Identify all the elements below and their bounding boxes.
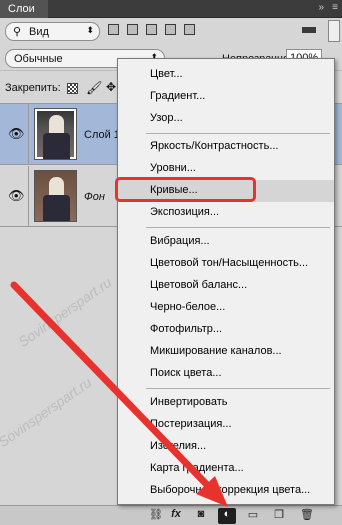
menu-item-channel-mixer[interactable]: Микширование каналов... [118, 341, 334, 363]
menu-item-hue-saturation[interactable]: Цветовой тон/Насыщенность... [118, 253, 334, 275]
layer-thumbnail[interactable] [34, 108, 77, 160]
menu-separator [146, 133, 330, 134]
menu-item-color-lookup[interactable]: Поиск цвета... [118, 363, 334, 385]
layers-bottom-bar: ⛓ fx ◙ ◐ ▭ ❐ 🗑 [0, 505, 342, 525]
layer-name[interactable]: Фон [84, 191, 105, 203]
visibility-eye-icon[interactable]: 👁 [8, 126, 25, 142]
smart-object-filter-icon[interactable] [184, 24, 195, 35]
menu-item-spacer [118, 204, 334, 226]
layer-thumbnail[interactable] [34, 170, 77, 222]
menu-item-gradient[interactable]: Градиент... [118, 86, 334, 108]
lock-position-icon[interactable]: ✥ [106, 80, 116, 94]
menu-separator [146, 227, 330, 228]
menu-item-invert[interactable]: Инвертировать [118, 392, 334, 414]
watermark: Sovinsperspart.ru [15, 273, 115, 351]
filter-icons [108, 24, 195, 35]
kind-filter-value: Вид [29, 26, 49, 38]
tab-layers[interactable]: Слои [0, 0, 48, 18]
menu-item-brightness-contrast[interactable]: Яркость/Контрастность... [118, 136, 334, 158]
highlight-box [115, 177, 256, 202]
folder-icon[interactable]: ▭ [244, 508, 262, 524]
blend-mode-value: Обычные [14, 53, 63, 65]
menu-item-black-white[interactable]: Черно-белое... [118, 297, 334, 319]
menu-item-selective-color[interactable]: Выборочная коррекция цвета... [118, 480, 334, 502]
menu-item-pattern[interactable]: Узор... [118, 108, 334, 130]
filter-row: ⚲ Вид ⬍ [0, 18, 342, 44]
shape-filter-icon[interactable] [165, 24, 176, 35]
lock-label: Закрепить: [5, 82, 61, 94]
filter-toggle[interactable] [302, 27, 316, 33]
menu-separator [146, 388, 330, 389]
trash-icon[interactable]: 🗑 [298, 508, 316, 524]
new-layer-icon[interactable]: ❐ [270, 508, 288, 524]
divider [28, 166, 29, 227]
menu-item-color[interactable]: Цвет... [118, 64, 334, 86]
panel-menu-icon[interactable]: ≡ [332, 2, 338, 13]
kind-filter-select[interactable]: ⚲ Вид ⬍ [5, 22, 100, 41]
menu-item-color-balance[interactable]: Цветовой баланс... [118, 275, 334, 297]
menu-item-posterize[interactable]: Постеризация... [118, 414, 334, 436]
collapse-icon[interactable]: » [318, 2, 324, 13]
fx-icon[interactable]: fx [167, 508, 185, 524]
mask-icon[interactable]: ◙ [192, 508, 210, 524]
panel-titlebar: Слои » ≡ [0, 0, 342, 18]
search-icon: ⚲ [13, 26, 22, 38]
menu-item-vibrance[interactable]: Вибрация... [118, 231, 334, 253]
type-filter-icon[interactable] [146, 24, 157, 35]
menu-item-threshold[interactable]: Изогелия... [118, 436, 334, 458]
adjustment-layer-icon[interactable]: ◐ [218, 508, 236, 524]
scroll-handle[interactable] [328, 20, 340, 42]
visibility-eye-icon[interactable]: 👁 [8, 188, 25, 204]
menu-item-photo-filter[interactable]: Фотофильтр... [118, 319, 334, 341]
menu-item-gradient-map[interactable]: Карта градиента... [118, 458, 334, 480]
pixel-filter-icon[interactable] [108, 24, 119, 35]
dropdown-arrow-icon: ⬍ [86, 25, 94, 35]
link-icon[interactable]: ⛓ [147, 508, 165, 524]
layer-name[interactable]: Слой 1 [84, 129, 120, 141]
lock-pixels-icon[interactable]: 🖌 [86, 80, 103, 96]
lock-transparency-icon[interactable] [67, 83, 78, 94]
divider [28, 104, 29, 165]
adjustment-filter-icon[interactable] [127, 24, 138, 35]
adjustment-menu: Цвет... Градиент... Узор... Яркость/Конт… [117, 58, 335, 505]
watermark: Sovinsperspart.ru [0, 373, 95, 451]
